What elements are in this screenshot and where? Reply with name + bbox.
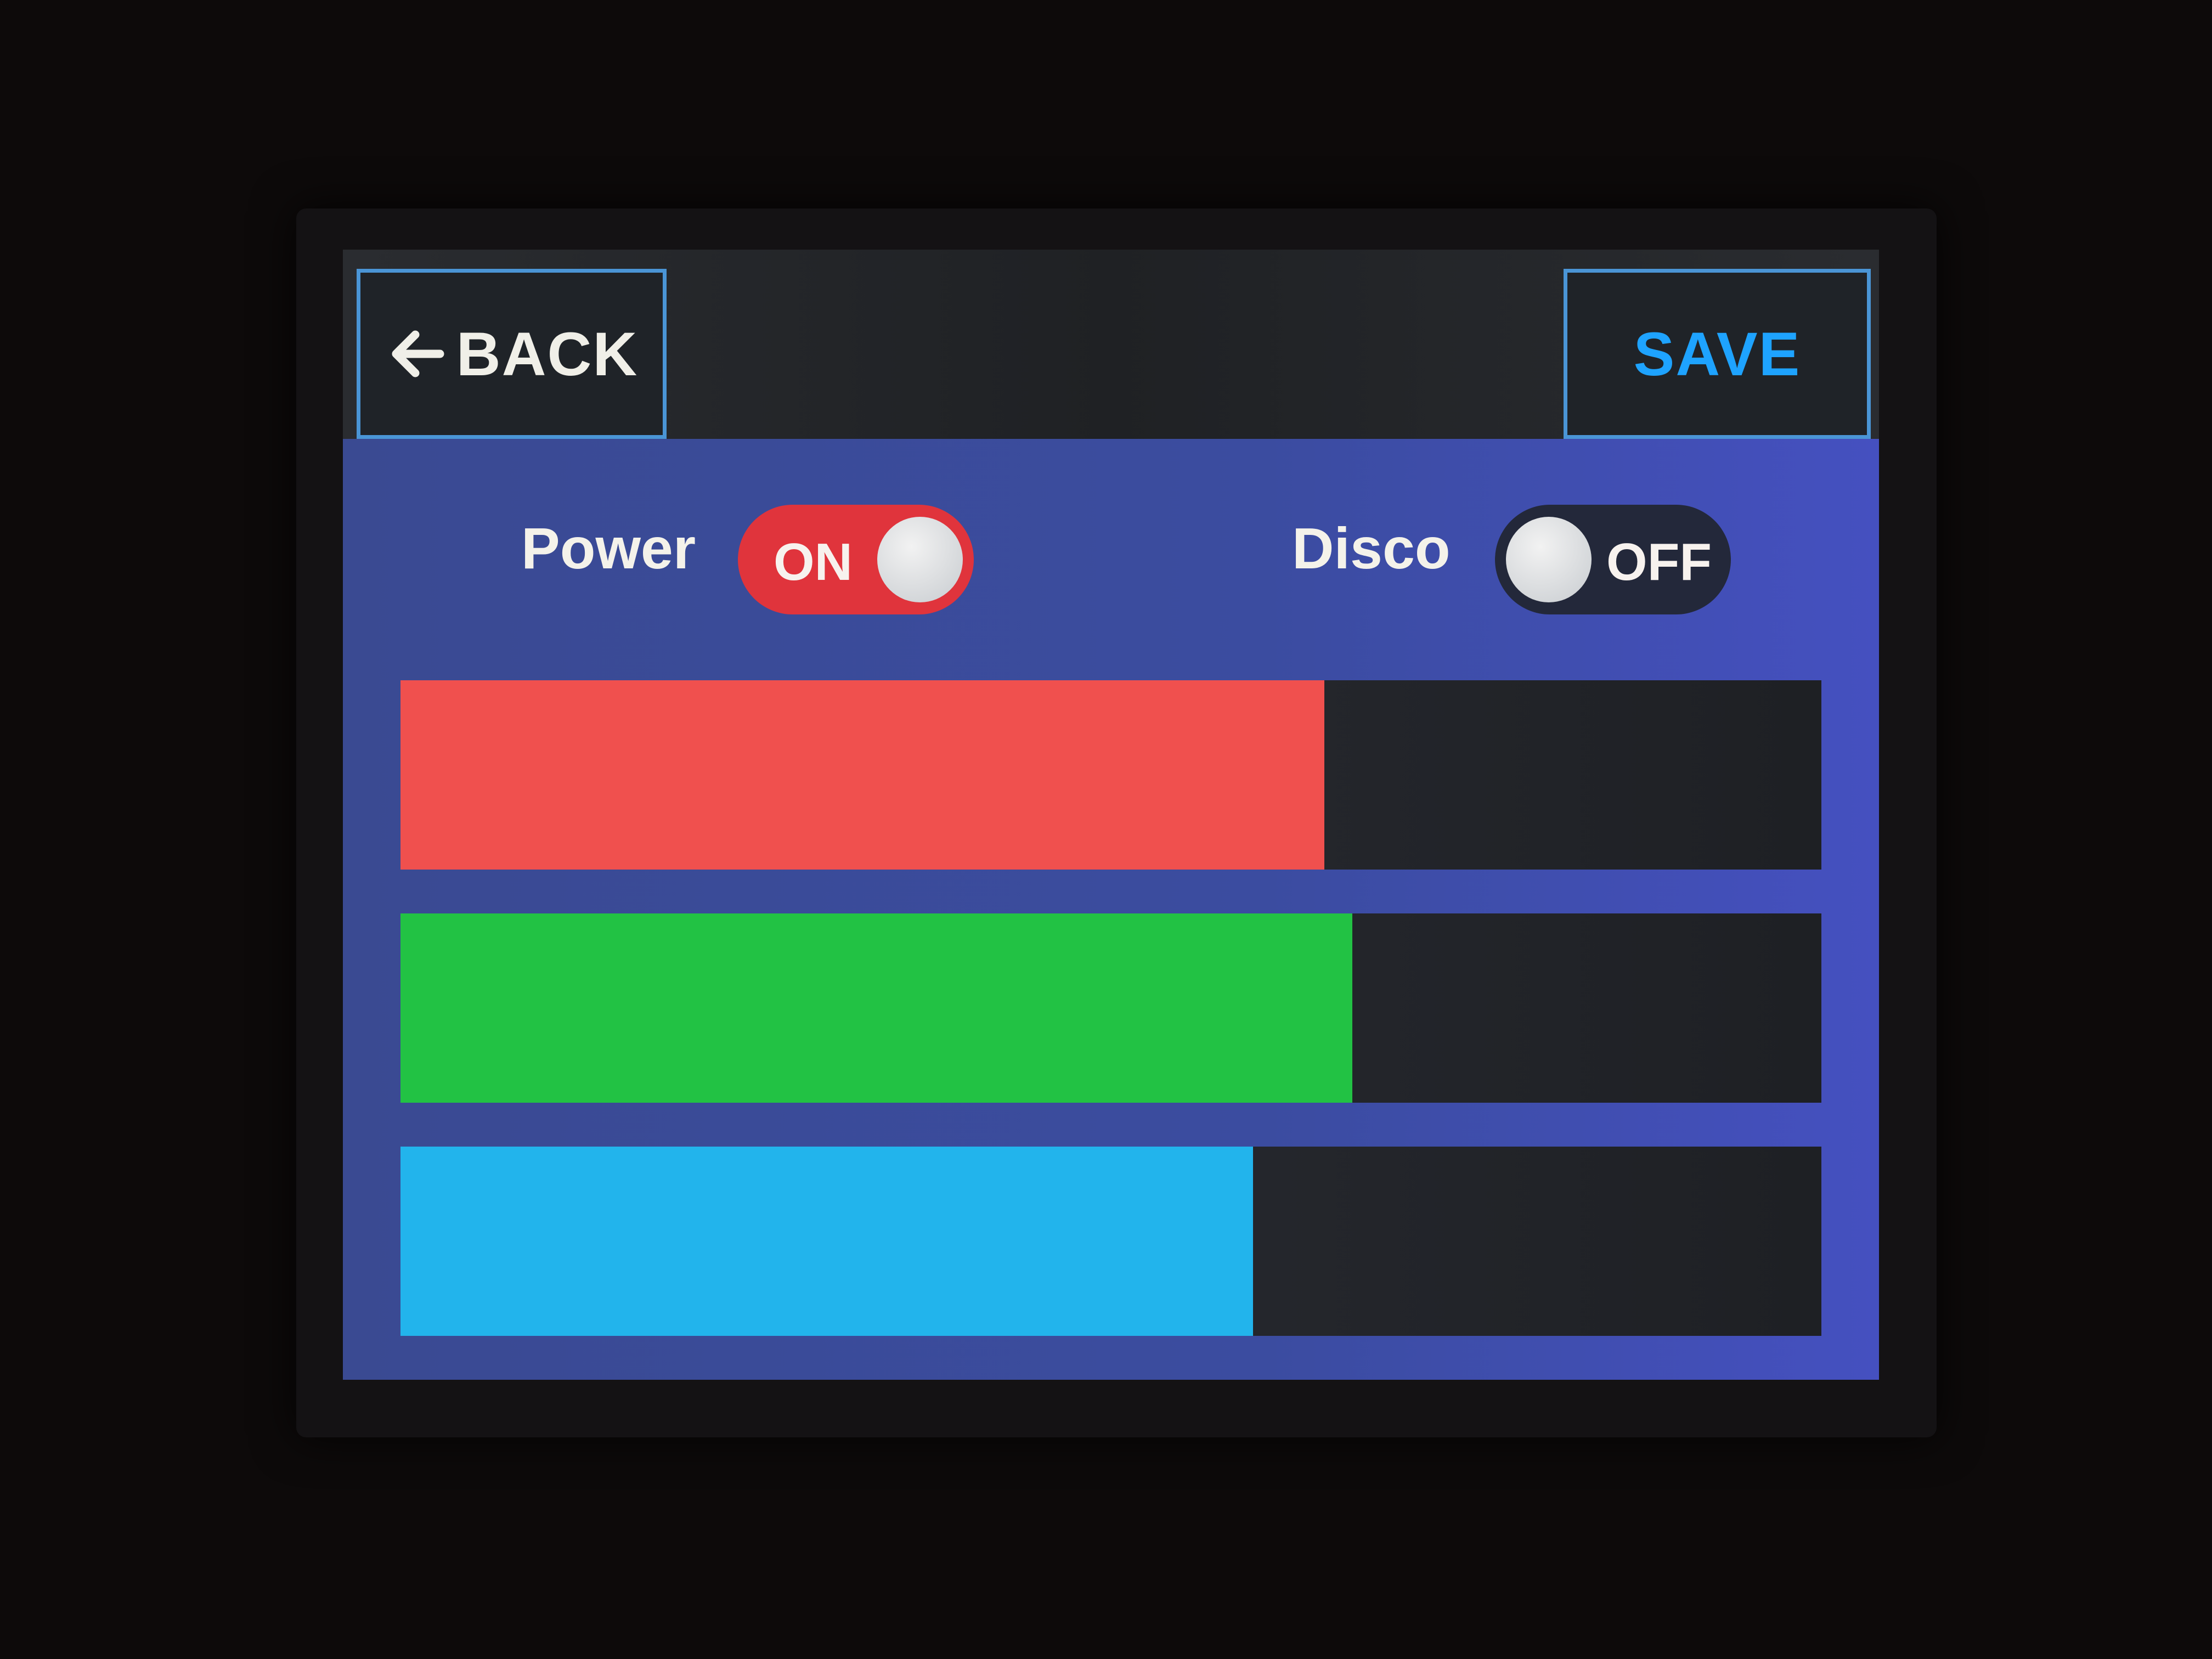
green-slider[interactable] (400, 913, 1821, 1103)
disco-toggle[interactable]: OFF (1495, 505, 1731, 614)
disco-toggle-knob (1506, 517, 1592, 602)
control-panel: Power ON Disco OFF (343, 439, 1879, 1380)
toggle-row: Power ON Disco OFF (343, 483, 1879, 614)
disco-toggle-state: OFF (1606, 533, 1712, 591)
green-slider-fill (400, 913, 1353, 1103)
touch-screen: BACK SAVE Power ON Disco OFF (343, 250, 1879, 1380)
disco-label: Disco (1292, 516, 1451, 581)
save-button[interactable]: SAVE (1564, 269, 1871, 439)
blue-slider-fill (400, 1147, 1253, 1336)
power-toggle[interactable]: ON (738, 505, 974, 614)
red-slider[interactable] (400, 680, 1821, 870)
back-button[interactable]: BACK (357, 269, 667, 439)
save-button-label: SAVE (1633, 319, 1801, 388)
back-button-label: BACK (456, 319, 639, 388)
power-toggle-state: ON (774, 533, 853, 591)
top-bar: BACK SAVE (343, 250, 1879, 439)
blue-slider[interactable] (400, 1147, 1821, 1336)
red-slider-fill (400, 680, 1324, 870)
arrow-left-icon (392, 330, 444, 377)
power-label: Power (521, 516, 696, 581)
power-toggle-knob (877, 517, 963, 602)
